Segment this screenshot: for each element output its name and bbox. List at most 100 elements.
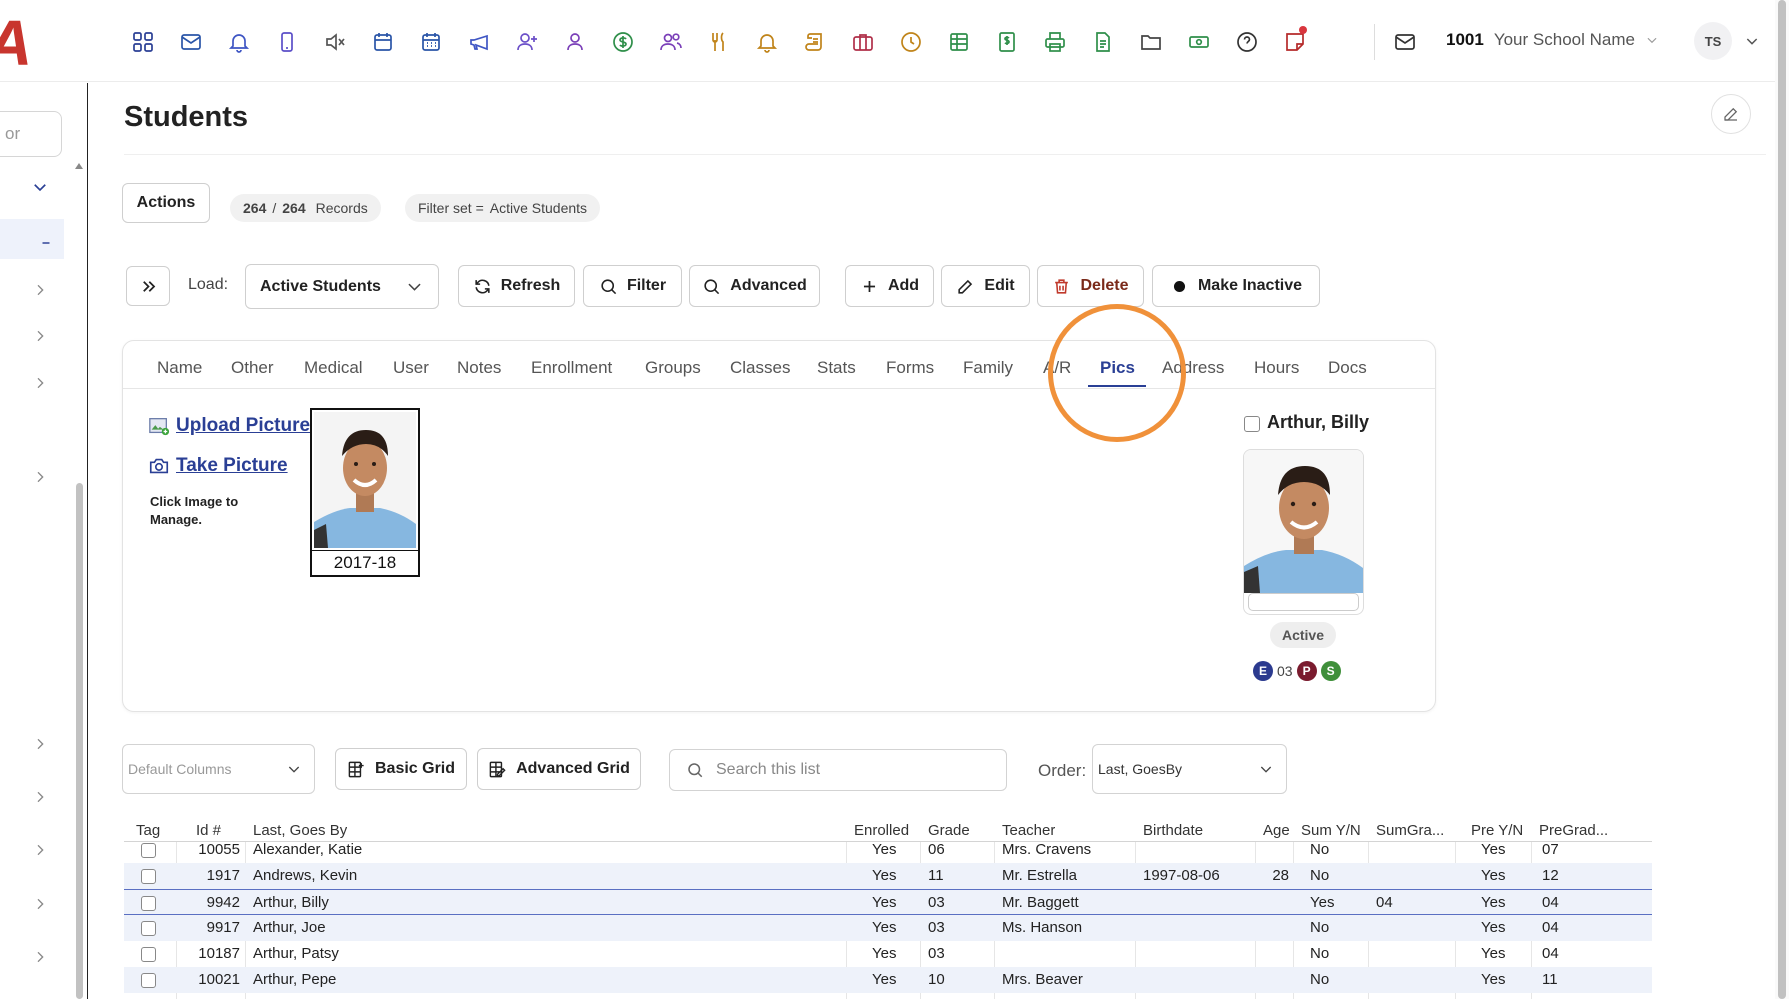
chevron-right-icon[interactable] [28,732,52,756]
chevron-right-icon[interactable] [28,892,52,916]
badge-s[interactable]: S [1320,661,1341,681]
table-row[interactable]: 1917 Andrews, Kevin Yes 11 Mr. Estrella 1997-… [124,863,1652,889]
col-birthdate[interactable]: Birthdate [1143,822,1203,839]
tab-groups[interactable]: Groups [645,358,701,378]
page-scrollbar[interactable] [1775,0,1789,999]
chevron-right-icon[interactable] [28,371,52,395]
load-select[interactable]: Active Students [245,264,439,309]
table-row[interactable]: 10021 Arthur, Pepe Yes 10 Mrs. Beaver No Yes 11 [124,967,1652,993]
badge-p[interactable]: P [1296,661,1317,681]
chevron-right-icon[interactable] [28,945,52,969]
spreadsheet-icon[interactable] [935,26,983,58]
tab-enrollment[interactable]: Enrollment [531,358,612,378]
calendar-icon[interactable] [359,26,407,58]
app-logo[interactable]: A [0,8,32,78]
bell-icon[interactable] [215,26,263,58]
add-button[interactable]: Add [845,265,934,307]
chevron-down-icon[interactable] [1744,33,1760,49]
make-inactive-button[interactable]: Make Inactive [1152,265,1320,307]
student-profile-photo[interactable] [1243,449,1364,615]
document-icon[interactable] [1079,26,1127,58]
badge-e[interactable]: E [1253,661,1273,681]
grid-scrollbar[interactable] [1652,818,1654,999]
row-tag-checkbox[interactable] [141,869,156,884]
col-sum-grade[interactable]: SumGra... [1376,822,1448,839]
tab-stats[interactable]: Stats [817,358,856,378]
group-icon[interactable] [647,26,695,58]
col-teacher[interactable]: Teacher [1002,822,1055,839]
col-sum-yn[interactable]: Sum Y/N [1301,822,1361,839]
row-tag-checkbox[interactable] [141,973,156,988]
take-picture-link[interactable]: Take Picture [148,455,288,477]
tab-user[interactable]: User [393,358,429,378]
tab-address[interactable]: Address [1162,358,1224,378]
sidebar-scrollbar[interactable] [74,163,83,999]
row-tag-checkbox[interactable] [141,896,156,911]
expand-panel-button[interactable] [126,266,170,306]
table-row[interactable]: 9942 Arthur, Billy Yes 03 Mr. Baggett Yes 04 Ye… [124,889,1652,915]
phone-icon[interactable] [263,26,311,58]
tab-family[interactable]: Family [963,358,1013,378]
advanced-button[interactable]: Advanced [689,265,820,307]
school-selector[interactable]: 1001 Your School Name [1446,30,1659,50]
col-id[interactable]: Id # [196,822,221,839]
row-tag-checkbox[interactable] [141,947,156,962]
row-tag-checkbox[interactable] [141,843,156,858]
calendar-grid-icon[interactable] [407,26,455,58]
student-tag-checkbox[interactable] [1244,416,1260,432]
tab-name[interactable]: Name [157,358,202,378]
tab-hours[interactable]: Hours [1254,358,1299,378]
minus-icon[interactable] [34,231,58,255]
upload-picture-link[interactable]: Upload Picture [148,415,310,437]
refresh-button[interactable]: Refresh [458,265,575,307]
col-name[interactable]: Last, Goes By [253,822,347,839]
mail-icon[interactable] [167,26,215,58]
table-row[interactable]: 9917 Arthur, Joe Yes 03 Ms. Hanson No Yes 04 [124,915,1652,941]
grid-icon[interactable] [119,26,167,58]
tab-forms[interactable]: Forms [886,358,934,378]
chevron-right-icon[interactable] [28,278,52,302]
columns-select[interactable]: Default Columns [122,744,315,794]
tab-notes[interactable]: Notes [457,358,501,378]
briefcase-icon[interactable] [839,26,887,58]
table-row[interactable]: 9512Arthur, SteveYes12Mary - Teacher2001… [124,993,1652,999]
filter-button[interactable]: Filter [583,265,682,307]
tab-medical[interactable]: Medical [304,358,363,378]
clock-icon[interactable] [887,26,935,58]
sidebar-search-input[interactable]: or [0,111,62,157]
edit-button[interactable]: Edit [941,265,1030,307]
sidebar-scroll-thumb[interactable] [76,483,83,999]
help-icon[interactable] [1223,26,1271,58]
page-scroll-thumb[interactable] [1778,0,1786,999]
megaphone-icon[interactable] [455,26,503,58]
row-tag-checkbox[interactable] [141,921,156,936]
add-user-icon[interactable] [503,26,551,58]
tab-other[interactable]: Other [231,358,274,378]
table-row[interactable]: 10187 Arthur, Patsy Yes 03 No Yes 04 [124,941,1652,967]
chevron-right-icon[interactable] [28,785,52,809]
mute-icon[interactable] [311,26,359,58]
alarm-bell-icon[interactable] [743,26,791,58]
advanced-grid-button[interactable]: Advanced Grid [477,748,641,790]
tab-ar[interactable]: A/R [1043,358,1071,378]
col-age[interactable]: Age [1263,822,1290,839]
avatar[interactable]: TS [1694,22,1732,60]
edit-page-button[interactable] [1711,94,1751,134]
tab-pics[interactable]: Pics [1100,358,1135,378]
money-icon[interactable] [1175,26,1223,58]
chevron-down-icon[interactable] [28,175,52,199]
student-photo-thumbnail[interactable]: 2017-18 [310,408,420,577]
scroll-icon[interactable] [791,26,839,58]
order-select[interactable]: Last, GoesBy [1092,744,1287,794]
printer-icon[interactable] [1031,26,1079,58]
col-pre-yn[interactable]: Pre Y/N [1471,822,1523,839]
delete-button[interactable]: Delete [1037,265,1144,307]
col-pre-grade[interactable]: PreGrad... [1539,822,1615,839]
chevron-right-icon[interactable] [28,838,52,862]
col-grade[interactable]: Grade [928,822,970,839]
col-enrolled[interactable]: Enrolled [854,822,909,839]
fork-knife-icon[interactable] [695,26,743,58]
folder-icon[interactable] [1127,26,1175,58]
note-icon[interactable] [1271,26,1319,58]
messages-icon[interactable] [1391,28,1419,56]
